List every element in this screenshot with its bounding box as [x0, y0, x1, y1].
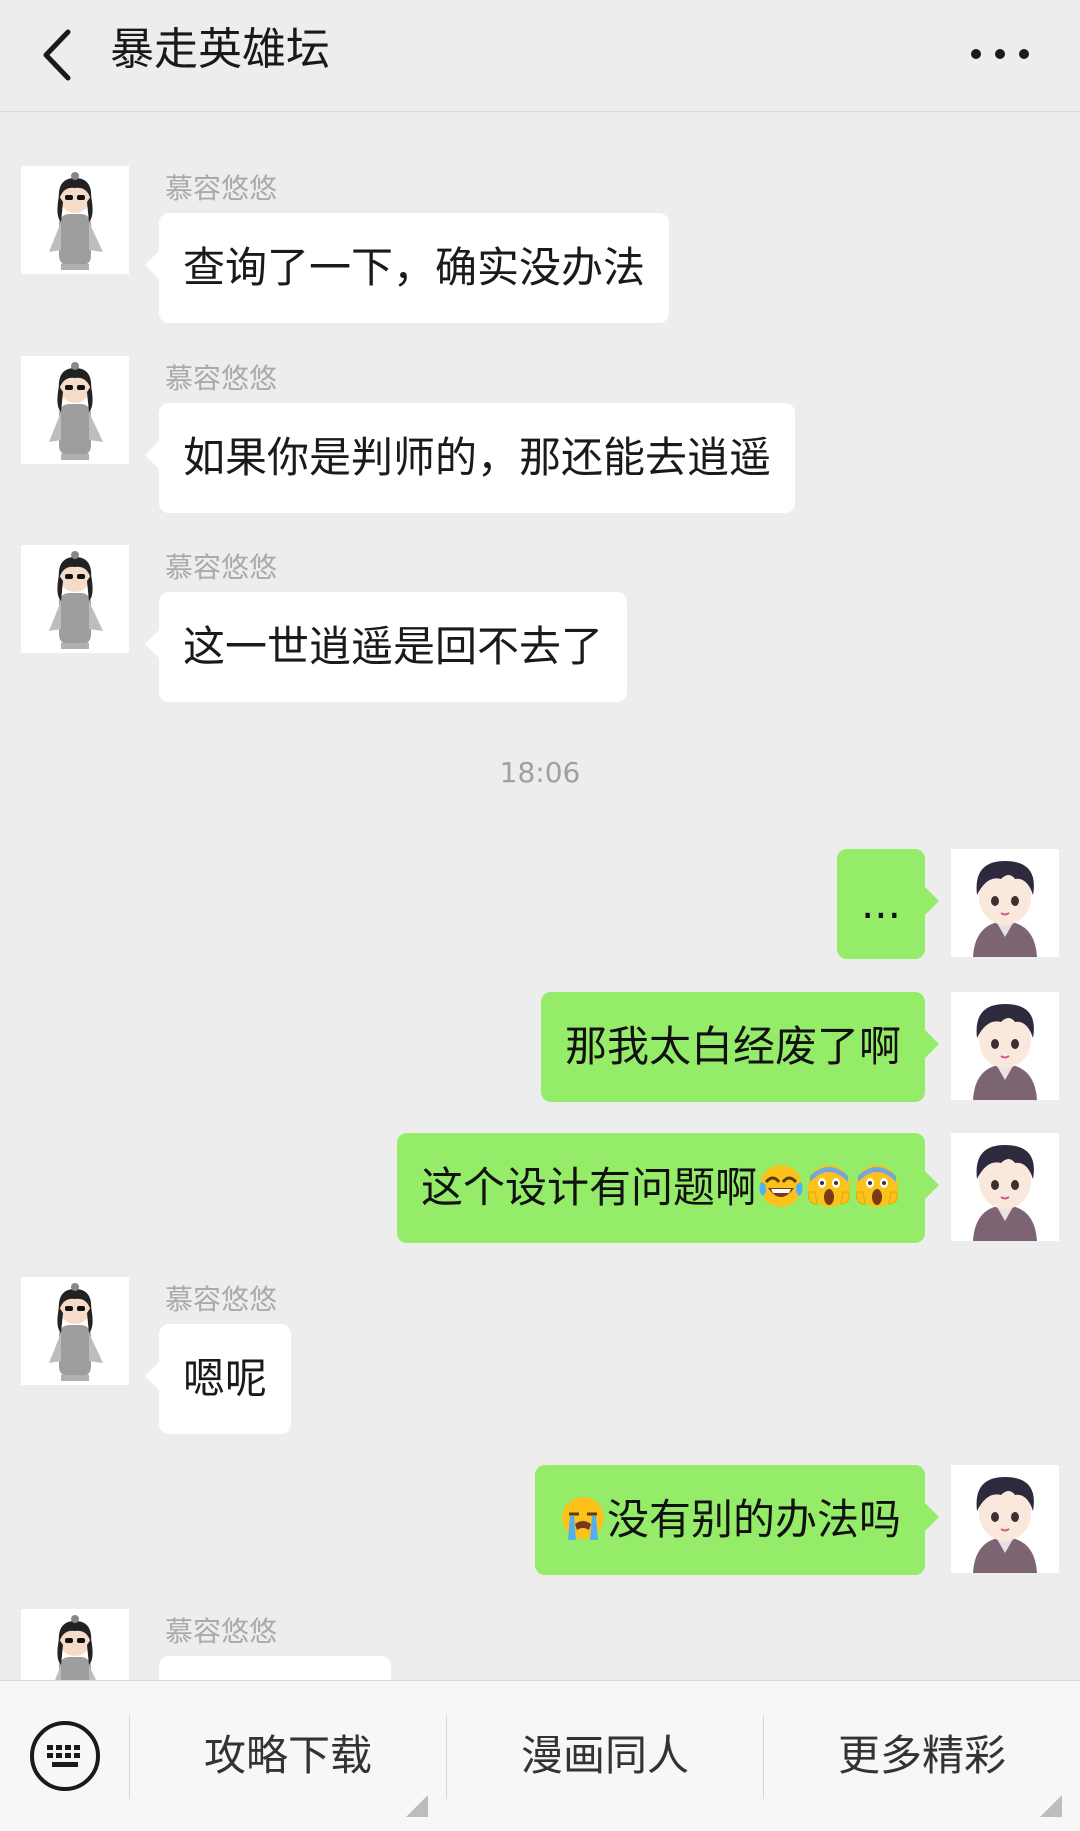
message-bubble[interactable]: 那我太白经废了啊: [540, 992, 940, 1102]
sender-name: 慕容悠悠: [165, 362, 278, 395]
avatar[interactable]: [21, 166, 129, 274]
message-outgoing: ...: [0, 849, 1080, 969]
message-text: 没有别的办法吗: [606, 1495, 901, 1544]
message-incoming: 慕容悠悠 嗯呢: [0, 1223, 1080, 1434]
message-bubble[interactable]: 嗯呢: [144, 1324, 292, 1434]
avatar[interactable]: [21, 1277, 129, 1385]
back-button[interactable]: [28, 22, 94, 88]
sender-name: 慕容悠悠: [165, 551, 278, 584]
screaming-emoji: [856, 1165, 898, 1207]
avatar[interactable]: [951, 849, 1059, 957]
chat-title: 暴走英雄坛: [110, 24, 330, 75]
screaming-emoji: [808, 1165, 850, 1207]
official-account-menu: 攻略下载 漫画同人 更多精彩: [0, 1680, 1080, 1831]
message-outgoing: 那我太白经废了啊: [0, 992, 1080, 1112]
menu-item-label: 攻略下载: [203, 1731, 372, 1780]
menu-item-label: 更多精彩: [837, 1731, 1006, 1780]
message-text: 这个设计有问题啊: [420, 1163, 757, 1212]
message-incoming: 慕容悠悠 查询了一下，确实没办法: [0, 112, 1080, 323]
avatar[interactable]: [21, 1609, 129, 1680]
tears-of-joy-emoji: [759, 1165, 803, 1207]
menu-item-comics[interactable]: 漫画同人: [447, 1681, 763, 1831]
sender-name: 慕容悠悠: [165, 1615, 278, 1648]
message-bubble[interactable]: 这一世逍遥是回不去了: [144, 592, 628, 702]
message-bubble[interactable]: ...: [836, 849, 940, 959]
message-incoming: 慕容悠悠 这一世逍遥是回不去了: [0, 491, 1080, 702]
sender-name: 慕容悠悠: [165, 1283, 278, 1316]
menu-item-label: 漫画同人: [520, 1731, 689, 1780]
keyboard-toggle-button[interactable]: [28, 1719, 102, 1793]
message-bubble[interactable]: [159, 1656, 391, 1680]
message-list[interactable]: 慕容悠悠 查询了一下，确实没办法 慕容悠悠 如果你是判师的，那还能去逍遥 慕容悠…: [0, 112, 1080, 1680]
menu-item-guide-download[interactable]: 攻略下载: [130, 1681, 446, 1831]
loudly-crying-emoji: [561, 1497, 604, 1540]
message-timestamp: 18:06: [499, 756, 581, 789]
avatar[interactable]: [21, 545, 129, 653]
menu-item-more[interactable]: 更多精彩: [764, 1681, 1080, 1831]
submenu-indicator-icon: [406, 1795, 428, 1817]
avatar[interactable]: [21, 356, 129, 464]
sender-name: 慕容悠悠: [165, 172, 278, 205]
message-incoming: 慕容悠悠 如果你是判师的，那还能去逍遥: [0, 302, 1080, 513]
chevron-left-icon: [43, 29, 71, 81]
message-incoming: 慕容悠悠: [0, 1555, 1080, 1680]
more-dots-icon: [971, 49, 1029, 59]
avatar[interactable]: [951, 992, 1059, 1100]
keyboard-icon: [30, 1721, 100, 1791]
chat-header: 暴走英雄坛: [0, 0, 1080, 112]
more-button[interactable]: [960, 24, 1040, 84]
submenu-indicator-icon: [1040, 1795, 1062, 1817]
